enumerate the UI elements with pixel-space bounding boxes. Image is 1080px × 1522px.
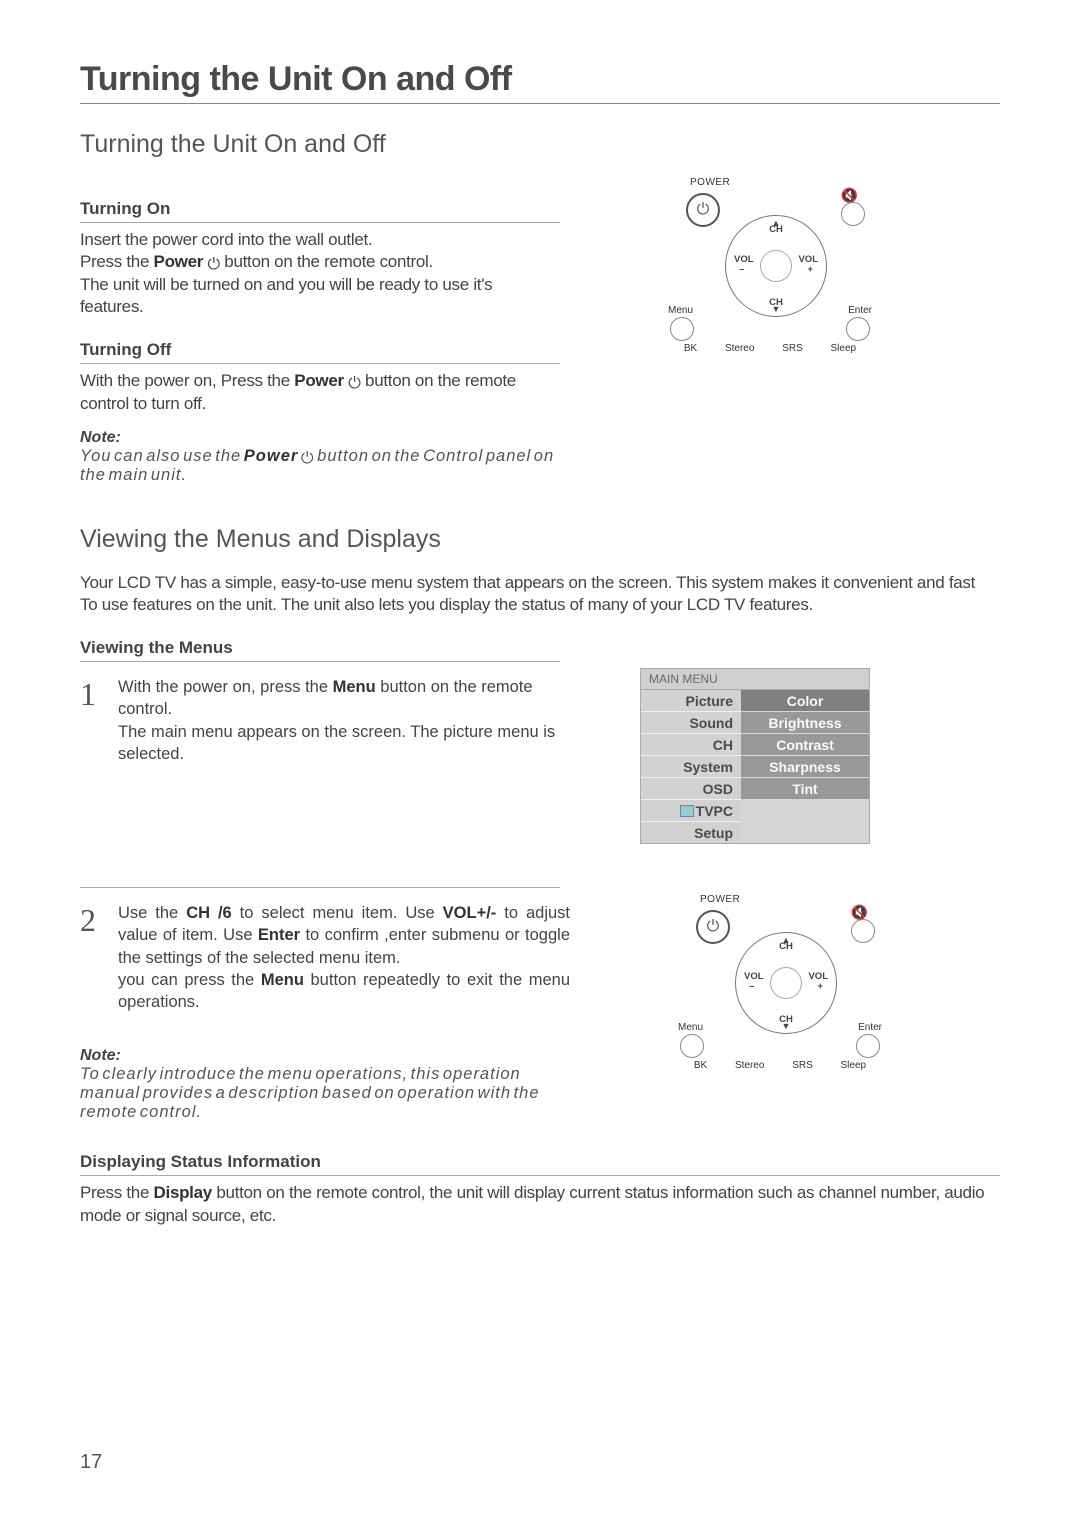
- remote-power-label: POWER: [700, 894, 740, 905]
- power-icon: ⏻: [208, 255, 220, 276]
- power-icon: ⏻: [697, 201, 710, 219]
- osd-left-item: CH: [641, 734, 741, 756]
- osd-menu: MAIN MENU Picture Sound CH System OSD TV…: [640, 668, 870, 844]
- power-icon: ⏻: [301, 450, 315, 468]
- rule-off: [80, 363, 560, 364]
- vol-minus-label: –: [749, 981, 754, 992]
- arrow-down-icon: ▼: [772, 304, 781, 314]
- remote-enter-button: [856, 1034, 880, 1058]
- osd-left-item: TVPC: [641, 800, 741, 822]
- note1-head: Note:: [80, 429, 560, 447]
- on-line2a: Press the: [80, 252, 154, 271]
- osd-right-item: Sharpness: [741, 756, 869, 778]
- rule-step2: [80, 887, 560, 888]
- page-title: Turning the Unit On and Off: [80, 60, 1000, 99]
- off-body: With the power on, Press the Power ⏻ but…: [80, 370, 560, 415]
- step-1-num: 1: [80, 676, 100, 765]
- on-power-word: Power: [154, 252, 204, 271]
- rule-on: [80, 222, 560, 223]
- ch-up-label: CH: [779, 941, 793, 952]
- remote-diagram: POWER 🔇 ⏻ ▲ CH CH ▼ VOL – VOL + Menu Ent…: [680, 894, 880, 1074]
- remote-bottom-labels: BK Stereo SRS Sleep: [670, 343, 870, 354]
- osd-left-item: System: [641, 756, 741, 778]
- remote-enter-label: Enter: [858, 1022, 882, 1033]
- step-2: 2 Use the CH /6 to select menu item. Use…: [80, 902, 570, 1013]
- remote-diagram: POWER 🔇 ⏻ ▲ CH CH ▼ VOL – VOL + Menu Ent…: [670, 177, 870, 357]
- rule-viewing: [80, 661, 560, 662]
- menus-intro: Your LCD TV has a simple, easy-to-use me…: [80, 572, 1000, 616]
- remote-mute-button: [851, 919, 875, 943]
- viewing-menus-head: Viewing the Menus: [80, 638, 1000, 658]
- remote-mute-button: [841, 202, 865, 226]
- vol-plus-label: +: [807, 264, 813, 275]
- osd-left-item: Setup: [641, 822, 741, 843]
- note1-a: You can also use the: [80, 447, 244, 465]
- remote-menu-label: Menu: [668, 305, 693, 316]
- osd-left-column: Picture Sound CH System OSD TVPC Setup: [641, 690, 741, 843]
- step-1: 1 With the power on, press the Menu butt…: [80, 676, 560, 765]
- note2-body: To clearly introduce the menu operations…: [80, 1065, 570, 1122]
- osd-right-column: Color Brightness Contrast Sharpness Tint: [741, 690, 869, 843]
- status-body: Press the Display button on the remote c…: [80, 1182, 1000, 1226]
- power-icon: ⏻: [707, 918, 720, 936]
- remote-menu-button: [680, 1034, 704, 1058]
- subtitle: Turning the Unit On and Off: [80, 130, 1000, 159]
- osd-left-item: Picture: [641, 690, 741, 712]
- vol-minus-label: –: [739, 264, 744, 275]
- vol-plus-label: +: [817, 981, 823, 992]
- osd-right-item: Brightness: [741, 712, 869, 734]
- remote-dpad: ▲ CH CH ▼ VOL – VOL +: [725, 215, 827, 317]
- step-2-body: Use the CH /6 to select menu item. Use V…: [118, 902, 570, 1013]
- osd-right-item: Contrast: [741, 734, 869, 756]
- page-number: 17: [80, 1451, 102, 1474]
- remote-power-button: ⏻: [686, 193, 720, 227]
- status-head: Displaying Status Information: [80, 1152, 1000, 1172]
- osd-left-item: OSD: [641, 778, 741, 800]
- turning-on-head: Turning On: [80, 199, 560, 219]
- turning-off-head: Turning Off: [80, 340, 560, 360]
- step-1-body: With the power on, press the Menu button…: [118, 676, 560, 765]
- note2-head: Note:: [80, 1047, 570, 1065]
- osd-title: MAIN MENU: [640, 668, 870, 689]
- on-line3: The unit will be turned on and you will …: [80, 275, 492, 316]
- note1-b: Power: [244, 447, 299, 465]
- power-icon: ⏻: [348, 374, 360, 395]
- arrow-down-icon: ▼: [782, 1021, 791, 1031]
- remote-dpad: ▲ CH CH ▼ VOL – VOL +: [735, 932, 837, 1034]
- title-rule: [80, 103, 1000, 104]
- osd-right-item: Tint: [741, 778, 869, 800]
- rule-status: [80, 1175, 1000, 1176]
- osd-left-item: Sound: [641, 712, 741, 734]
- remote-enter-label: Enter: [848, 305, 872, 316]
- on-line1: Insert the power cord into the wall outl…: [80, 230, 372, 249]
- off-power-word: Power: [294, 371, 344, 390]
- on-line2c: button on the remote control.: [220, 252, 433, 271]
- remote-enter-button: [846, 317, 870, 341]
- remote-menu-button: [670, 317, 694, 341]
- menus-subtitle: Viewing the Menus and Displays: [80, 525, 1000, 554]
- note1-body: You can also use the Power ⏻ button on t…: [80, 447, 560, 485]
- remote-menu-label: Menu: [678, 1022, 703, 1033]
- on-body: Insert the power cord into the wall outl…: [80, 229, 560, 318]
- ch-up-label: CH: [769, 224, 783, 235]
- remote-power-button: ⏻: [696, 910, 730, 944]
- off-line1a: With the power on, Press the: [80, 371, 294, 390]
- step-2-num: 2: [80, 902, 100, 1013]
- remote-bottom-labels: BK Stereo SRS Sleep: [680, 1060, 880, 1071]
- osd-right-item: Color: [741, 690, 869, 712]
- remote-power-label: POWER: [690, 177, 730, 188]
